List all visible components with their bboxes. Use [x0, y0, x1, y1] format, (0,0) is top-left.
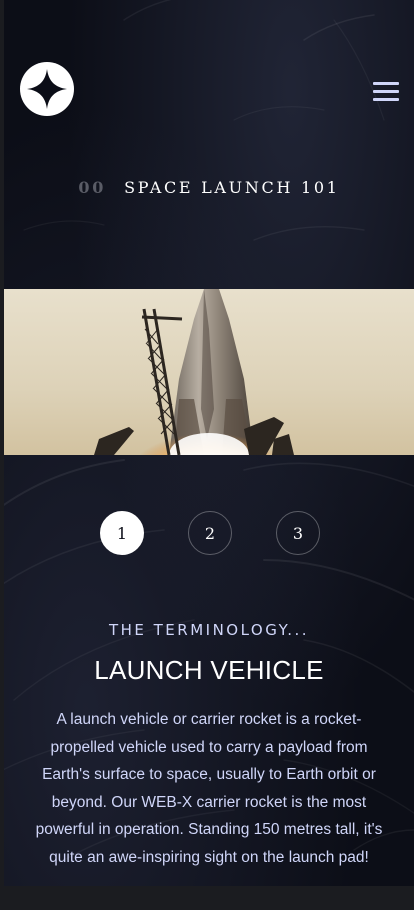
page-title: 00 SPACE LAUNCH 101: [4, 178, 414, 197]
page: 00 SPACE LAUNCH 101 1 2 3 THE TERMINOLOG…: [0, 0, 414, 910]
menu-bar-bottom: [373, 98, 399, 101]
launch-vehicle-title: LAUNCH VEHICLE: [94, 655, 324, 685]
mobile-viewport: 00 SPACE LAUNCH 101 1 2 3 THE TERMINOLOG…: [4, 0, 414, 886]
step-3-button[interactable]: 3: [276, 511, 320, 555]
star-logo-icon[interactable]: [20, 62, 74, 116]
step-2-button[interactable]: 2: [188, 511, 232, 555]
page-number: 00: [78, 178, 107, 197]
menu-bar-top: [373, 82, 399, 85]
terminology-subtitle: THE TERMINOLOGY...: [108, 621, 310, 639]
page-title-text: SPACE LAUNCH 101: [124, 178, 340, 197]
step-1-button[interactable]: 1: [100, 511, 144, 555]
hamburger-menu-icon[interactable]: [373, 82, 399, 102]
launch-vehicle-description: A launch vehicle or carrier rocket is a …: [35, 711, 383, 866]
step-selector: 1 2 3: [4, 511, 414, 555]
rocket-launch-image: [4, 289, 414, 455]
menu-bar-middle: [373, 90, 399, 93]
